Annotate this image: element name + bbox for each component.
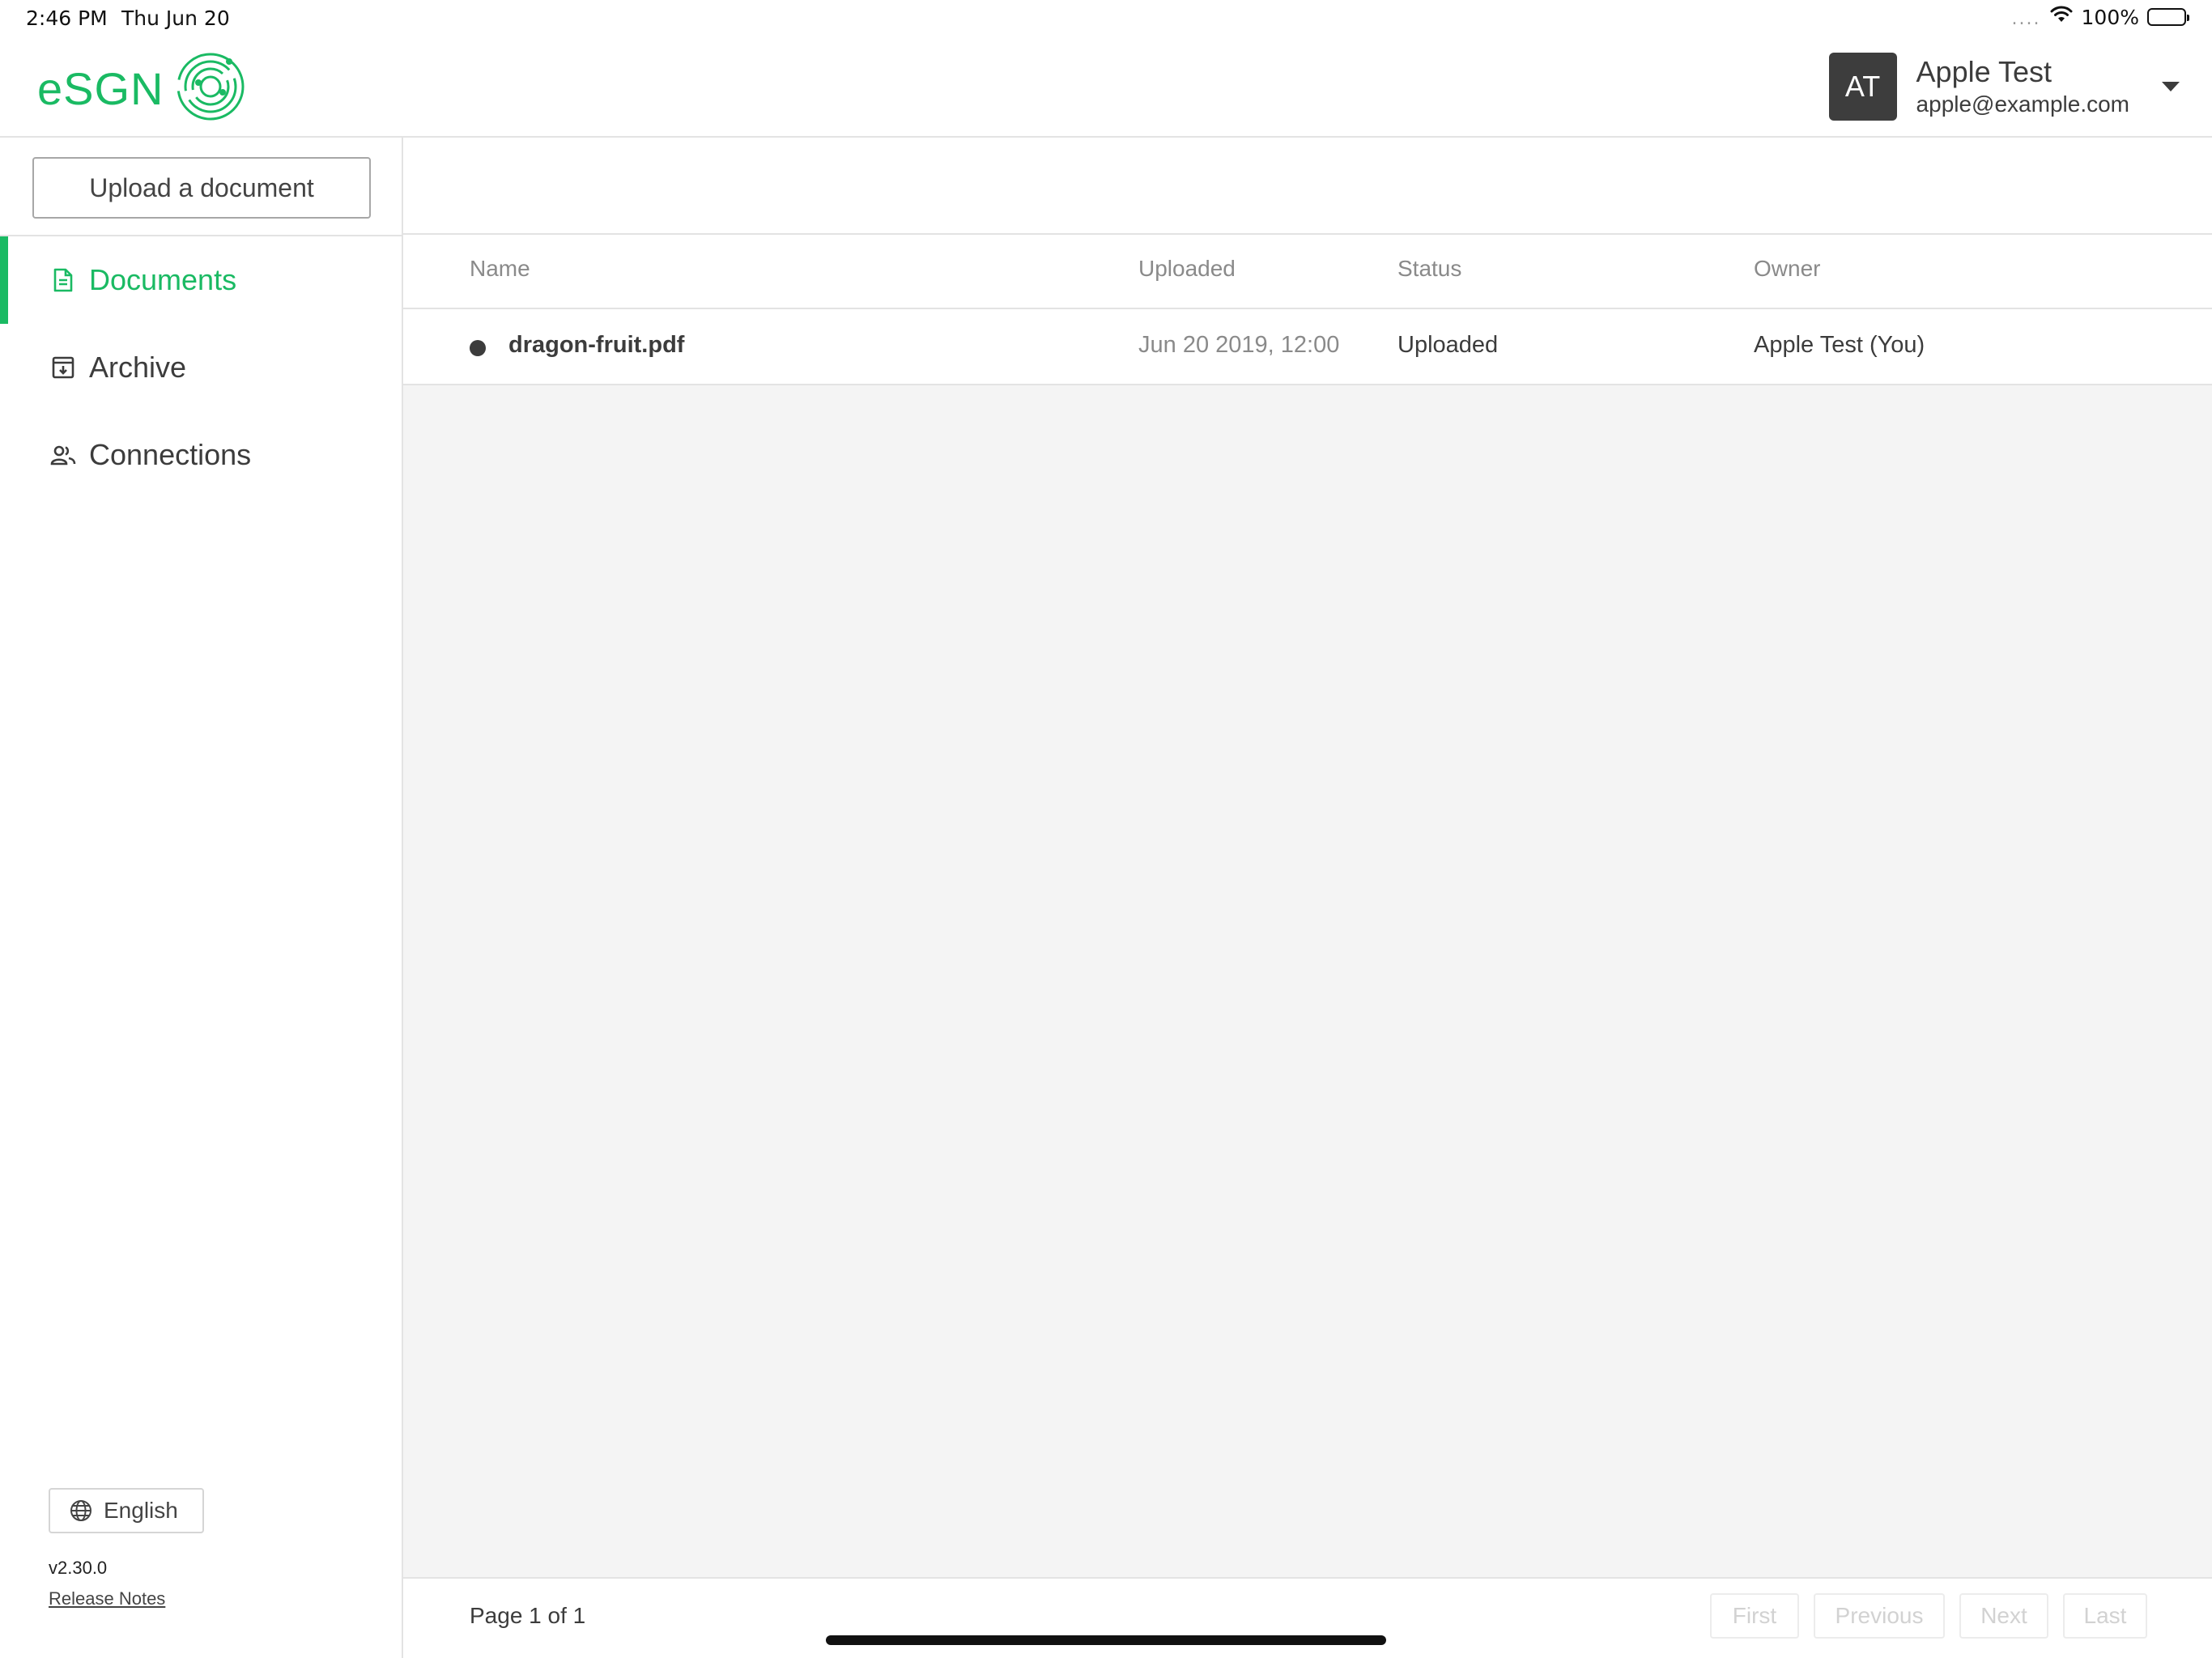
language-label: English bbox=[104, 1498, 178, 1523]
version-label: v2.30.0 bbox=[49, 1558, 108, 1578]
next-page-button[interactable]: Next bbox=[1959, 1593, 2048, 1639]
document-icon bbox=[50, 267, 76, 293]
previous-page-button[interactable]: Previous bbox=[1814, 1593, 1945, 1639]
logo-text: eSGN bbox=[37, 63, 164, 114]
status-dot-icon bbox=[470, 340, 486, 356]
archive-icon bbox=[50, 355, 76, 380]
upload-document-button[interactable]: Upload a document bbox=[32, 157, 371, 219]
column-header-uploaded[interactable]: Uploaded bbox=[1138, 256, 1236, 282]
table-row[interactable]: dragon-fruit.pdf Jun 20 2019, 12:00 Uplo… bbox=[403, 309, 2212, 385]
avatar: AT bbox=[1828, 53, 1897, 121]
battery-icon bbox=[2147, 8, 2189, 26]
main-content: Name Uploaded Status Owner dragon-fruit.… bbox=[403, 138, 2212, 1658]
sidebar-item-archive[interactable]: Archive bbox=[0, 324, 402, 411]
battery-percent: 100% bbox=[2081, 5, 2139, 29]
table-header: Name Uploaded Status Owner bbox=[403, 235, 2212, 309]
esgn-orbit-logo-icon bbox=[174, 50, 247, 127]
sidebar: Upload a document Documents Archive Conn… bbox=[0, 138, 403, 1658]
document-uploaded-date: Jun 20 2019, 12:00 bbox=[1138, 332, 1340, 358]
sidebar-item-label: Connections bbox=[89, 438, 252, 471]
last-page-button[interactable]: Last bbox=[2063, 1593, 2147, 1639]
main-toolbar bbox=[403, 138, 2212, 235]
document-owner: Apple Test (You) bbox=[1754, 332, 1925, 358]
column-header-status[interactable]: Status bbox=[1397, 256, 1461, 282]
app-header: eSGN AT Apple Test apple@example.com bbox=[0, 39, 2212, 138]
status-indicators: .... 100% bbox=[2011, 5, 2189, 29]
document-status: Uploaded bbox=[1397, 332, 1499, 358]
column-header-owner[interactable]: Owner bbox=[1754, 256, 1820, 282]
user-info: Apple Test apple@example.com bbox=[1916, 54, 2129, 119]
status-bar: 2:46 PM Thu Jun 20 .... 100% bbox=[0, 0, 2212, 39]
release-notes-link[interactable]: Release Notes bbox=[49, 1588, 165, 1609]
chevron-down-icon[interactable] bbox=[2162, 82, 2180, 91]
sidebar-item-label: Archive bbox=[89, 351, 187, 384]
globe-icon bbox=[70, 1499, 92, 1522]
sidebar-item-documents[interactable]: Documents bbox=[0, 236, 402, 324]
pagination-footer: Page 1 of 1 First Previous Next Last bbox=[403, 1577, 2212, 1658]
sidebar-nav: Documents Archive Connections bbox=[0, 236, 402, 499]
sidebar-item-label: Documents bbox=[89, 263, 237, 296]
language-selector[interactable]: English bbox=[49, 1488, 204, 1533]
user-menu[interactable]: AT Apple Test apple@example.com bbox=[1828, 50, 2212, 123]
column-header-name[interactable]: Name bbox=[470, 256, 530, 282]
wifi-icon bbox=[2049, 5, 2074, 29]
document-name[interactable]: dragon-fruit.pdf bbox=[508, 332, 684, 359]
pagination-controls: First Previous Next Last bbox=[1710, 1593, 2147, 1639]
page-info: Page 1 of 1 bbox=[470, 1603, 586, 1628]
user-email: apple@example.com bbox=[1916, 91, 2129, 117]
sidebar-item-connections[interactable]: Connections bbox=[0, 411, 402, 499]
cellular-signal-icon: .... bbox=[2011, 8, 2041, 29]
user-name: Apple Test bbox=[1916, 55, 2052, 88]
people-icon bbox=[50, 442, 76, 468]
home-indicator[interactable] bbox=[826, 1635, 1386, 1645]
first-page-button[interactable]: First bbox=[1710, 1593, 1799, 1639]
logo[interactable]: eSGN bbox=[37, 50, 247, 127]
status-date: Thu Jun 20 bbox=[121, 6, 230, 30]
status-time: 2:46 PM bbox=[26, 6, 108, 30]
